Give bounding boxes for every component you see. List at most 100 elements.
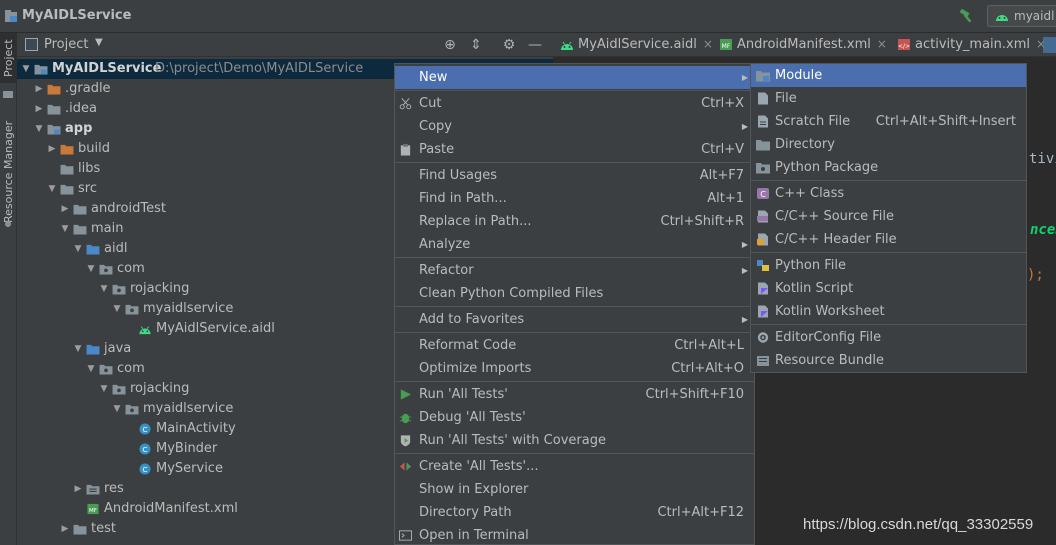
collapse-all-icon[interactable]: ⇕ xyxy=(468,37,484,53)
context-menu-item[interactable]: Replace in Path... Ctrl+Shift+R xyxy=(395,210,754,233)
context-menu-item[interactable]: Run 'All Tests' with Coverage xyxy=(395,429,754,452)
new-submenu-item[interactable]: C C++ Class xyxy=(751,182,1026,205)
tree-expand-down-icon[interactable]: ▼ xyxy=(73,339,83,359)
menu-item-label: Optimize Imports xyxy=(419,361,532,376)
tree-item-label: main xyxy=(91,221,124,236)
folder-icon xyxy=(73,524,87,535)
tree-expand-down-icon[interactable]: ▼ xyxy=(99,379,109,399)
context-menu-item[interactable]: Add to Favorites ▶ xyxy=(395,308,754,331)
context-menu-item[interactable]: Run 'All Tests' Ctrl+Shift+F10 xyxy=(395,383,754,406)
tree-expand-down-icon[interactable]: ▼ xyxy=(99,279,109,299)
context-menu-item[interactable]: Reformat Code Ctrl+Alt+L xyxy=(395,334,754,357)
svg-text:C: C xyxy=(142,465,147,474)
menu-item-shortcut: Ctrl+Shift+R xyxy=(660,214,745,229)
tree-collapsed-right-icon[interactable]: ▶ xyxy=(34,79,44,99)
context-menu-item[interactable]: Create 'All Tests'... xyxy=(395,455,754,478)
new-submenu-item[interactable]: Kotlin Script xyxy=(751,277,1026,300)
close-tab-icon[interactable]: × xyxy=(877,37,887,51)
tree-expand-down-icon[interactable]: ▼ xyxy=(34,119,44,139)
tree-collapsed-right-icon[interactable]: ▶ xyxy=(73,479,83,499)
new-submenu-item[interactable]: Kotlin Worksheet xyxy=(751,300,1026,323)
window-title: MyAIDLService xyxy=(22,8,132,23)
tree-expand-down-icon[interactable]: ▼ xyxy=(112,299,122,319)
new-submenu-item[interactable]: Resource Bundle xyxy=(751,349,1026,372)
context-menu-item[interactable]: Cut Ctrl+X xyxy=(395,92,754,115)
tree-expand-down-icon[interactable]: ▼ xyxy=(86,259,96,279)
cpp-source-icon xyxy=(757,210,768,223)
tree-item-label: androidTest xyxy=(91,201,166,216)
editor-tab[interactable]: </> activity_main.xml × xyxy=(897,33,1046,57)
cpp-header-icon xyxy=(757,233,768,246)
new-submenu-item[interactable]: Module xyxy=(751,64,1026,87)
context-menu-item[interactable]: Copy ▶ xyxy=(395,115,754,138)
menu-item-label: Find Usages xyxy=(419,168,498,183)
layout-xml-icon: </> xyxy=(898,39,910,50)
submenu-item-label: EditorConfig File xyxy=(775,330,882,345)
context-menu-item[interactable]: New ▶ xyxy=(395,66,754,89)
context-menu-item[interactable]: Find in Path... Alt+1 xyxy=(395,187,754,210)
editor-tab-bar: MyAidlService.aidl × MF AndroidManifest.xml… xyxy=(553,33,1056,57)
tree-collapsed-right-icon[interactable]: ▶ xyxy=(60,519,70,539)
tree-expand-down-icon[interactable]: ▼ xyxy=(47,179,57,199)
hide-panel-icon[interactable]: — xyxy=(527,37,543,53)
close-tab-icon[interactable]: × xyxy=(703,37,713,51)
editor-tab-partial[interactable] xyxy=(1043,37,1056,53)
context-menu-item[interactable]: Analyze ▶ xyxy=(395,233,754,256)
editor-tab[interactable]: MyAidlService.aidl × xyxy=(560,33,713,57)
tree-expand-down-icon[interactable]: ▼ xyxy=(112,399,122,419)
context-menu-item[interactable]: Debug 'All Tests' xyxy=(395,406,754,429)
context-menu-item[interactable]: Directory Path Ctrl+Alt+F12 xyxy=(395,501,754,524)
context-menu-item[interactable]: Refactor ▶ xyxy=(395,259,754,282)
tree-item-label: MyAIDLService xyxy=(52,61,162,76)
editor-tab[interactable]: MF AndroidManifest.xml × xyxy=(719,33,887,57)
menu-item-label: Debug 'All Tests' xyxy=(419,410,526,425)
new-submenu-item[interactable]: Directory xyxy=(751,133,1026,156)
context-menu-item[interactable]: Show in Explorer xyxy=(395,478,754,501)
tree-item-label: .idea xyxy=(65,101,97,116)
chevron-down-icon[interactable]: ▼ xyxy=(95,37,103,48)
tree-item-label: MyBinder xyxy=(156,441,218,456)
tree-expand-down-icon[interactable]: ▼ xyxy=(21,59,31,79)
context-menu-item[interactable]: Optimize Imports Ctrl+Alt+O xyxy=(395,357,754,380)
context-menu-item[interactable]: Open in Terminal xyxy=(395,524,754,544)
package-icon xyxy=(99,264,113,275)
new-submenu-item[interactable]: Python Package xyxy=(751,156,1026,179)
submenu-arrow-icon: ▶ xyxy=(741,122,748,131)
context-menu-item[interactable]: Find Usages Alt+F7 xyxy=(395,164,754,187)
new-submenu-item[interactable]: C/C++ Header File xyxy=(751,228,1026,251)
tree-expand-down-icon[interactable]: ▼ xyxy=(73,239,83,259)
tree-expand-down-icon[interactable]: ▼ xyxy=(86,359,96,379)
new-submenu-item[interactable]: EditorConfig File xyxy=(751,326,1026,349)
tree-collapsed-right-icon[interactable]: ▶ xyxy=(34,99,44,119)
new-submenu-item[interactable]: File xyxy=(751,87,1026,110)
tree-expand-down-icon[interactable]: ▼ xyxy=(60,219,70,239)
gear-icon[interactable]: ⚙ xyxy=(501,37,517,53)
package-icon xyxy=(112,384,126,395)
tree-collapsed-right-icon[interactable]: ▶ xyxy=(47,139,57,159)
svg-text:C: C xyxy=(760,190,766,199)
run-configuration-dropdown[interactable]: myaidl xyxy=(987,5,1056,27)
resource-bundle-icon xyxy=(757,356,769,366)
resource-manager-tool-tab[interactable]: Resource Manager xyxy=(0,113,17,231)
context-menu-item[interactable]: Clean Python Compiled Files xyxy=(395,282,754,305)
submenu-item-shortcut: Ctrl+Alt+Shift+Insert xyxy=(875,114,1016,129)
locate-icon[interactable]: ⊕ xyxy=(442,37,458,53)
new-submenu-item[interactable]: C/C++ Source File xyxy=(751,205,1026,228)
project-tool-tab[interactable]: Project xyxy=(0,33,17,83)
tree-collapsed-right-icon[interactable]: ▶ xyxy=(60,199,70,219)
project-view-selector[interactable]: Project xyxy=(44,37,88,52)
hammer-build-icon[interactable] xyxy=(958,8,974,24)
new-submenu-item[interactable]: Python File xyxy=(751,254,1026,277)
project-view-icon xyxy=(25,38,38,51)
menu-item-label: Copy xyxy=(419,119,452,134)
package-icon xyxy=(112,284,126,295)
class-icon: C xyxy=(139,423,151,435)
submenu-arrow-icon: ▶ xyxy=(741,240,748,249)
context-menu-item[interactable]: Paste Ctrl+V xyxy=(395,138,754,161)
tree-item-label: MainActivity xyxy=(156,421,236,436)
new-submenu-item[interactable]: Scratch File Ctrl+Alt+Shift+Insert xyxy=(751,110,1026,133)
menu-item-label: Open in Terminal xyxy=(419,528,529,543)
menu-separator xyxy=(395,306,754,307)
menu-item-shortcut: Alt+1 xyxy=(707,191,744,206)
editor-tab-label: MyAidlService.aidl xyxy=(578,37,697,52)
